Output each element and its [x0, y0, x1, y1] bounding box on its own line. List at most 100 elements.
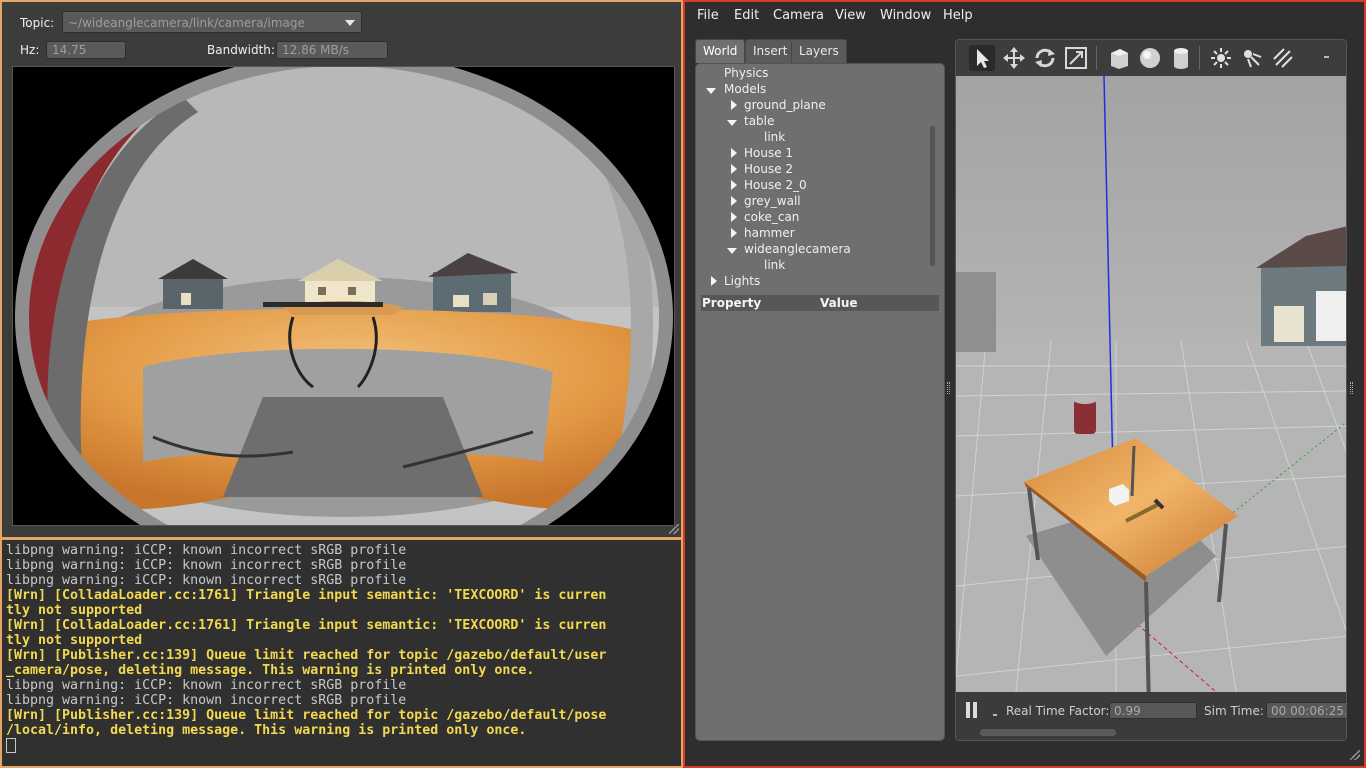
terminal-line: tly not supported — [6, 633, 143, 648]
cylinder-shape-icon[interactable] — [1168, 45, 1194, 71]
tree-hammer[interactable]: hammer — [744, 226, 795, 240]
simulation-status-bar: Real Time Factor: 0.99 Sim Time: 00 00:0… — [956, 692, 1346, 740]
terminal-line: [Wrn] [ColladaLoader.cc:1761] Triangle i… — [6, 588, 607, 603]
tab-layers[interactable]: Layers — [791, 39, 847, 63]
topic-dropdown[interactable]: ~/wideanglecamera/link/camera/image — [62, 11, 362, 33]
fisheye-camera-render — [13, 67, 674, 525]
spot-light-icon[interactable] — [1239, 45, 1265, 71]
expand-right-icon[interactable] — [731, 212, 737, 222]
menu-bar: File Edit Camera View Window Help — [685, 2, 1364, 30]
tree-table[interactable]: table — [744, 114, 774, 128]
tree-house-2[interactable]: House 2 — [744, 162, 793, 176]
pause-icon[interactable] — [973, 702, 977, 718]
splitter-handle-icon[interactable] — [1350, 382, 1353, 394]
sphere-shape-icon[interactable] — [1137, 45, 1163, 71]
expand-down-icon[interactable] — [727, 248, 737, 254]
terminal-line: libpng warning: iCCP: known incorrect sR… — [6, 573, 407, 588]
tree-scrollbar[interactable] — [930, 126, 935, 266]
expand-right-icon[interactable] — [731, 100, 737, 110]
sim-time-label: Sim Time: — [1204, 704, 1264, 718]
expand-down-icon[interactable] — [706, 88, 716, 94]
expand-down-icon[interactable] — [727, 120, 737, 126]
hammer-in-camera — [263, 302, 383, 307]
bandwidth-label: Bandwidth: — [207, 43, 275, 57]
terminal-line: /local/info, deleting message. This warn… — [6, 723, 527, 738]
terminal-line: libpng warning: iCCP: known incorrect sR… — [6, 543, 407, 558]
tree-lights[interactable]: Lights — [724, 274, 760, 288]
menu-view[interactable]: View — [835, 8, 866, 23]
translate-icon[interactable] — [1001, 45, 1027, 71]
splitter-handle-icon[interactable] — [947, 382, 950, 394]
expand-right-icon[interactable] — [711, 276, 717, 286]
hz-field: 14.75 — [46, 41, 126, 59]
terminal-line: [Wrn] [ColladaLoader.cc:1761] Triangle i… — [6, 618, 607, 633]
terminal-cursor — [6, 738, 16, 753]
terminal-line: _camera/pose, deleting message. This war… — [6, 663, 535, 678]
terminal-line: [Wrn] [Publisher.cc:139] Queue limit rea… — [6, 648, 607, 663]
topic-label: Topic: — [20, 16, 55, 30]
tree-grey-wall[interactable]: grey_wall — [744, 194, 801, 208]
menu-edit[interactable]: Edit — [734, 8, 759, 23]
image-view-window: Topic: ~/wideanglecamera/link/camera/ima… — [0, 0, 683, 539]
toolbar-divider — [1096, 46, 1097, 70]
tree-house-2-0[interactable]: House 2_0 — [744, 178, 807, 192]
coke-can-model — [1074, 396, 1096, 434]
tree-table-link[interactable]: link — [764, 130, 785, 144]
resize-grip-icon[interactable] — [1350, 750, 1360, 760]
toolbar-overflow-icon[interactable] — [1324, 56, 1329, 58]
bandwidth-field: 12.86 MB/s — [276, 41, 388, 59]
hz-label: Hz: — [20, 43, 40, 57]
terminal-line: libpng warning: iCCP: known incorrect sR… — [6, 678, 407, 693]
box-shape-icon[interactable] — [1106, 45, 1132, 71]
pause-icon[interactable] — [966, 702, 970, 718]
tree-house-1[interactable]: House 1 — [744, 146, 793, 160]
tab-insert[interactable]: Insert — [745, 39, 796, 63]
point-light-icon[interactable] — [1208, 45, 1234, 71]
real-time-factor-label: Real Time Factor: — [1006, 704, 1110, 718]
tree-coke-can[interactable]: coke_can — [744, 210, 799, 224]
chevron-down-icon — [345, 20, 355, 26]
terminal-line: tly not supported — [6, 603, 143, 618]
value-column-header: Value — [820, 296, 858, 310]
gazebo-window: File Edit Camera View Window Help World … — [683, 0, 1366, 768]
world-panel: Physics Models ground_plane table link H… — [695, 63, 945, 741]
horizontal-scrollbar[interactable] — [980, 729, 1116, 736]
tree-wideanglecamera[interactable]: wideanglecamera — [744, 242, 851, 256]
property-column-header: Property — [702, 296, 762, 310]
render-panel: Real Time Factor: 0.99 Sim Time: 00 00:0… — [955, 39, 1347, 741]
resize-grip-icon[interactable] — [669, 524, 679, 534]
terminal-output[interactable]: libpng warning: iCCP: known incorrect sR… — [0, 539, 683, 768]
menu-camera[interactable]: Camera — [773, 8, 824, 23]
topic-value: ~/wideanglecamera/link/camera/image — [68, 16, 305, 30]
camera-image — [12, 66, 675, 526]
rotate-icon[interactable] — [1032, 45, 1058, 71]
tree-ground-plane[interactable]: ground_plane — [744, 98, 826, 112]
property-table-header: Property Value — [701, 295, 939, 311]
3d-scene-view[interactable] — [956, 75, 1347, 727]
terminal-line: libpng warning: iCCP: known incorrect sR… — [6, 558, 407, 573]
sim-time-value: 00 00:06:25.4 — [1266, 702, 1346, 719]
expand-right-icon[interactable] — [731, 196, 737, 206]
menu-file[interactable]: File — [697, 8, 719, 23]
scale-icon[interactable] — [1063, 45, 1089, 71]
tree-models[interactable]: Models — [724, 82, 766, 96]
tree-camera-link[interactable]: link — [764, 258, 785, 272]
real-time-factor-value: 0.99 — [1109, 702, 1197, 719]
expand-right-icon[interactable] — [731, 228, 737, 238]
toolbar — [956, 40, 1346, 76]
tab-world[interactable]: World — [695, 39, 746, 63]
grey-wall-model — [956, 272, 996, 352]
expand-right-icon[interactable] — [731, 148, 737, 158]
menu-help[interactable]: Help — [943, 8, 973, 23]
terminal-line: [Wrn] [Publisher.cc:139] Queue limit rea… — [6, 708, 607, 723]
terminal-line: libpng warning: iCCP: known incorrect sR… — [6, 693, 407, 708]
expand-right-icon[interactable] — [731, 180, 737, 190]
expand-right-icon[interactable] — [731, 164, 737, 174]
menu-window[interactable]: Window — [880, 8, 931, 23]
toolbar-divider — [1199, 46, 1200, 70]
step-icon[interactable] — [993, 714, 997, 716]
tree-physics[interactable]: Physics — [724, 66, 768, 80]
gazebo-3d-render[interactable] — [956, 75, 1347, 727]
directional-light-icon[interactable] — [1270, 45, 1296, 71]
select-arrow-icon[interactable] — [969, 45, 995, 71]
